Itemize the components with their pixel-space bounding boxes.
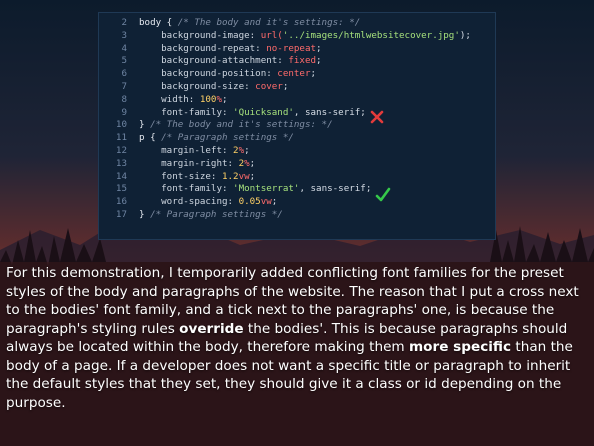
code-token: ; xyxy=(249,157,256,169)
emphasis-more-specific: more specific xyxy=(409,339,512,355)
code-token: no-repeat xyxy=(266,42,317,54)
line-number: 11 xyxy=(115,132,127,144)
code-line: 8 width: 100%; xyxy=(99,94,495,107)
line-number: 14 xyxy=(115,170,127,182)
line-number: 12 xyxy=(115,144,127,156)
line-number: 16 xyxy=(115,196,127,208)
code-text: margin-left: 2%; xyxy=(139,145,250,158)
code-text: body { /* The body and it's settings: */ xyxy=(139,17,360,30)
code-token: background-attachment: xyxy=(139,55,289,67)
code-token: background-image: xyxy=(139,29,261,41)
code-token: ; xyxy=(310,68,317,80)
code-line: 6 background-position: center; xyxy=(99,68,495,81)
code-token: } xyxy=(139,119,151,131)
code-token: /* The body and it's settings: */ xyxy=(177,17,361,28)
code-line: 9 font-family: 'Quicksand', sans-serif; xyxy=(99,106,495,123)
code-line: 3 background-image: url('../images/htmlw… xyxy=(99,30,495,43)
code-text: width: 100%; xyxy=(139,93,228,107)
code-text: } /* The body and it's settings: */ xyxy=(139,119,333,132)
code-line: 14 font-size: 1.2vw; xyxy=(99,171,495,184)
code-token: word-spacing: xyxy=(139,196,239,208)
line-number: 13 xyxy=(115,157,127,169)
code-line: 11 p { /* Paragraph settings */ xyxy=(99,132,495,145)
code-token: , sans-serif; xyxy=(299,183,372,195)
line-number: 17 xyxy=(115,208,127,220)
code-token: ; xyxy=(271,196,278,208)
code-token: body { xyxy=(139,17,178,28)
code-line: 5 background-attachment: fixed; xyxy=(99,55,495,68)
code-text: font-size: 1.2vw; xyxy=(139,171,255,184)
code-token: margin-left: xyxy=(139,144,234,156)
code-text: } /* Paragraph settings */ xyxy=(139,209,283,222)
line-number: 10 xyxy=(115,119,127,131)
code-token: } xyxy=(139,208,151,220)
code-token: ; xyxy=(244,144,250,156)
code-token: '../images/htmlwebsitecover.jpg' xyxy=(282,29,460,41)
code-line: 17} /* Paragraph settings */ xyxy=(99,209,495,222)
code-token: background-size: xyxy=(139,80,256,92)
code-token: /* The body and it's settings: */ xyxy=(150,119,333,131)
line-number: 4 xyxy=(121,42,127,54)
code-token: font-size: xyxy=(139,170,222,182)
code-line: 16 word-spacing: 0.05vw; xyxy=(99,196,495,209)
code-token: 1.2 xyxy=(221,170,239,182)
line-number: 6 xyxy=(121,68,127,80)
line-number: 15 xyxy=(115,183,127,195)
code-line: 12 margin-left: 2%; xyxy=(99,145,495,158)
code-token: ; xyxy=(316,42,322,54)
code-line: 7 background-size: cover; xyxy=(99,81,495,94)
code-token: background-repeat: xyxy=(139,42,267,54)
code-token: ); xyxy=(459,29,471,41)
code-token: ; xyxy=(249,170,256,182)
code-text: word-spacing: 0.05vw; xyxy=(139,196,277,209)
code-text: p { /* Paragraph settings */ xyxy=(139,132,294,145)
line-number: 8 xyxy=(121,93,127,105)
code-token: 'Montserrat' xyxy=(233,183,300,195)
code-token: /* Paragraph settings */ xyxy=(161,132,294,144)
code-token: ; xyxy=(316,55,322,67)
code-line: 15 font-family: 'Montserrat', sans-serif… xyxy=(99,183,495,202)
code-text: background-attachment: fixed; xyxy=(139,55,322,68)
code-token: margin-right: xyxy=(139,157,239,169)
code-token: 100 xyxy=(199,93,217,105)
line-number: 7 xyxy=(121,80,127,92)
code-token: font-family: xyxy=(139,183,234,195)
code-token: fixed xyxy=(288,55,317,67)
line-number: 9 xyxy=(121,106,127,118)
emphasis-override: override xyxy=(179,320,244,337)
code-token: ; xyxy=(222,93,228,105)
code-line: 13 margin-right: 2%; xyxy=(99,158,495,171)
code-token: cover xyxy=(255,80,283,92)
line-number: 3 xyxy=(121,29,127,41)
code-text: font-family: 'Montserrat', sans-serif; xyxy=(139,183,371,196)
code-token: 'Quicksand' xyxy=(233,106,294,118)
code-token: center xyxy=(277,68,311,80)
code-token: p { xyxy=(139,132,162,144)
code-text: margin-right: 2%; xyxy=(139,158,255,171)
description-paragraph: For this demonstration, I temporarily ad… xyxy=(6,264,588,412)
code-token: /* Paragraph settings */ xyxy=(150,208,283,220)
code-text: font-family: 'Quicksand', sans-serif; xyxy=(139,107,366,120)
code-token: 0.05 xyxy=(238,196,261,208)
cross-icon xyxy=(370,110,384,124)
code-token: , sans-serif; xyxy=(293,106,366,118)
code-text: background-size: cover; xyxy=(139,81,288,94)
code-token: vw xyxy=(260,196,272,208)
code-token: background-position: xyxy=(139,68,278,80)
check-icon xyxy=(375,187,391,203)
code-editor-screenshot: 2 body { /* The body and it's settings: *… xyxy=(98,12,496,240)
code-token: font-family: xyxy=(139,106,234,118)
line-number: 5 xyxy=(121,55,127,67)
line-number: 2 xyxy=(121,17,127,28)
code-text: background-position: center; xyxy=(139,68,316,81)
code-text: background-image: url('../images/htmlweb… xyxy=(139,30,471,43)
code-token: vw xyxy=(238,170,250,182)
code-text: background-repeat: no-repeat; xyxy=(139,42,322,56)
code-line: 4 background-repeat: no-repeat; xyxy=(99,43,495,56)
code-line: 10} /* The body and it's settings: */ xyxy=(99,119,495,132)
code-token: width: xyxy=(139,93,200,105)
code-token: ; xyxy=(282,80,289,92)
code-token: url( xyxy=(260,29,283,41)
code-line: 2 body { /* The body and it's settings: *… xyxy=(99,17,495,30)
